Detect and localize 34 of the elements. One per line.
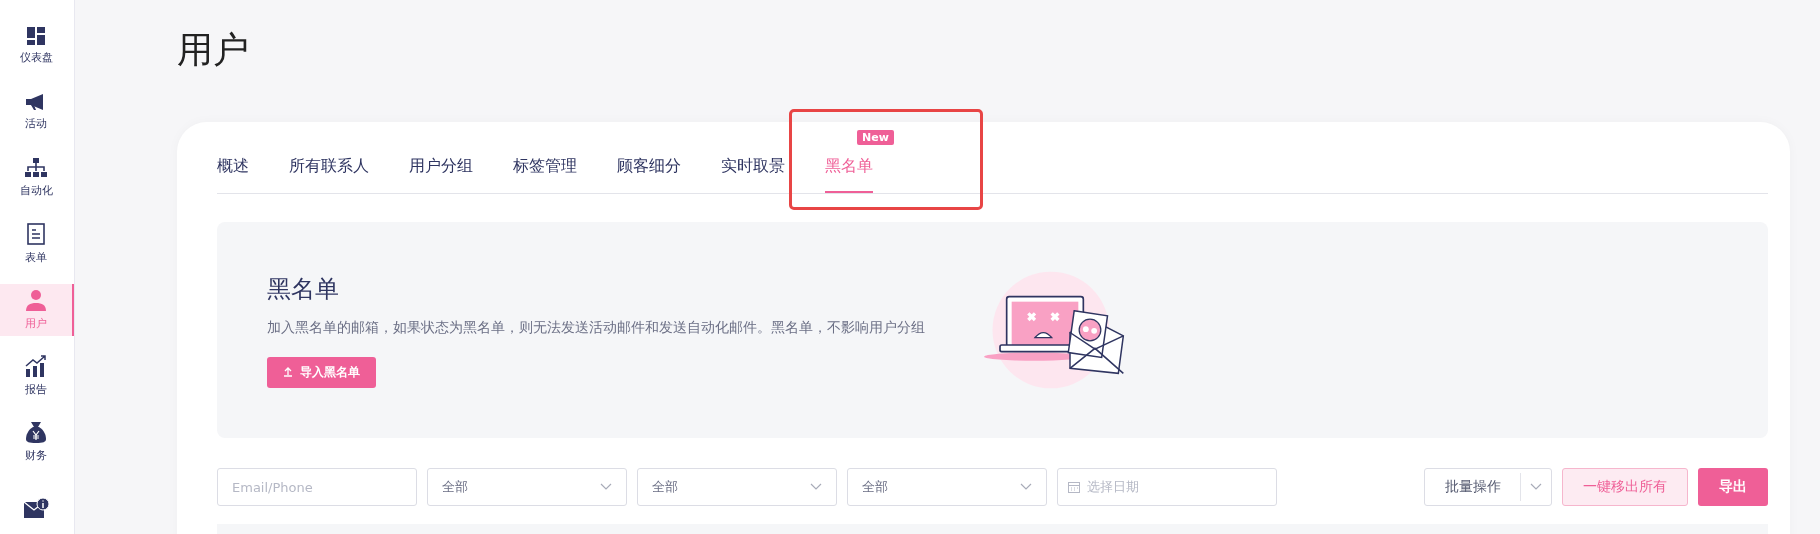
dashboard-icon	[27, 27, 45, 46]
tab[interactable]: 顾客细分	[617, 156, 681, 193]
chevron-down-icon	[600, 483, 612, 491]
tab[interactable]: 标签管理	[513, 156, 577, 193]
sidebar-item[interactable]: 自动化	[0, 151, 74, 205]
search-field[interactable]: Email/Phone	[217, 468, 417, 506]
filter-select[interactable]: 全部	[427, 468, 627, 506]
sidebar-item[interactable]: 表单	[0, 217, 74, 271]
tab[interactable]: 用户分组	[409, 156, 473, 193]
tab[interactable]: 概述	[217, 156, 249, 193]
calendar-icon	[1068, 481, 1080, 493]
banner-title: 黑名单	[267, 273, 339, 305]
document-icon	[27, 223, 45, 246]
banner-description: 加入黑名单的邮箱，如果状态为黑名单，则无法发送活动邮件和发送自动化邮件。黑名单，不影响用户分组	[267, 318, 925, 337]
chevron-down-icon	[810, 483, 822, 491]
chevron-down-icon	[1530, 483, 1542, 491]
sidebar-item[interactable]: 活动	[0, 85, 74, 139]
bulk-action-dropdown[interactable]: 批量操作	[1424, 468, 1552, 506]
mail-info-icon	[23, 497, 49, 518]
sidebar-item[interactable]: 报告	[0, 349, 74, 403]
growth-chart-icon	[25, 354, 47, 377]
tab[interactable]: 所有联系人	[289, 156, 369, 193]
sidebar-item[interactable]: 财务	[0, 415, 74, 469]
chevron-down-icon	[1020, 483, 1032, 491]
upload-icon	[283, 367, 293, 377]
filter-select[interactable]: 全部	[847, 468, 1047, 506]
filter-select[interactable]: 全部	[637, 468, 837, 506]
sidebar-item[interactable]: 仪表盘	[0, 20, 74, 73]
new-badge: New	[857, 130, 894, 145]
tab[interactable]: 实时取景	[721, 156, 785, 193]
user-icon	[25, 288, 47, 311]
money-bag-icon	[25, 420, 47, 443]
page-title: 用户	[177, 28, 250, 72]
org-chart-icon	[25, 158, 47, 179]
